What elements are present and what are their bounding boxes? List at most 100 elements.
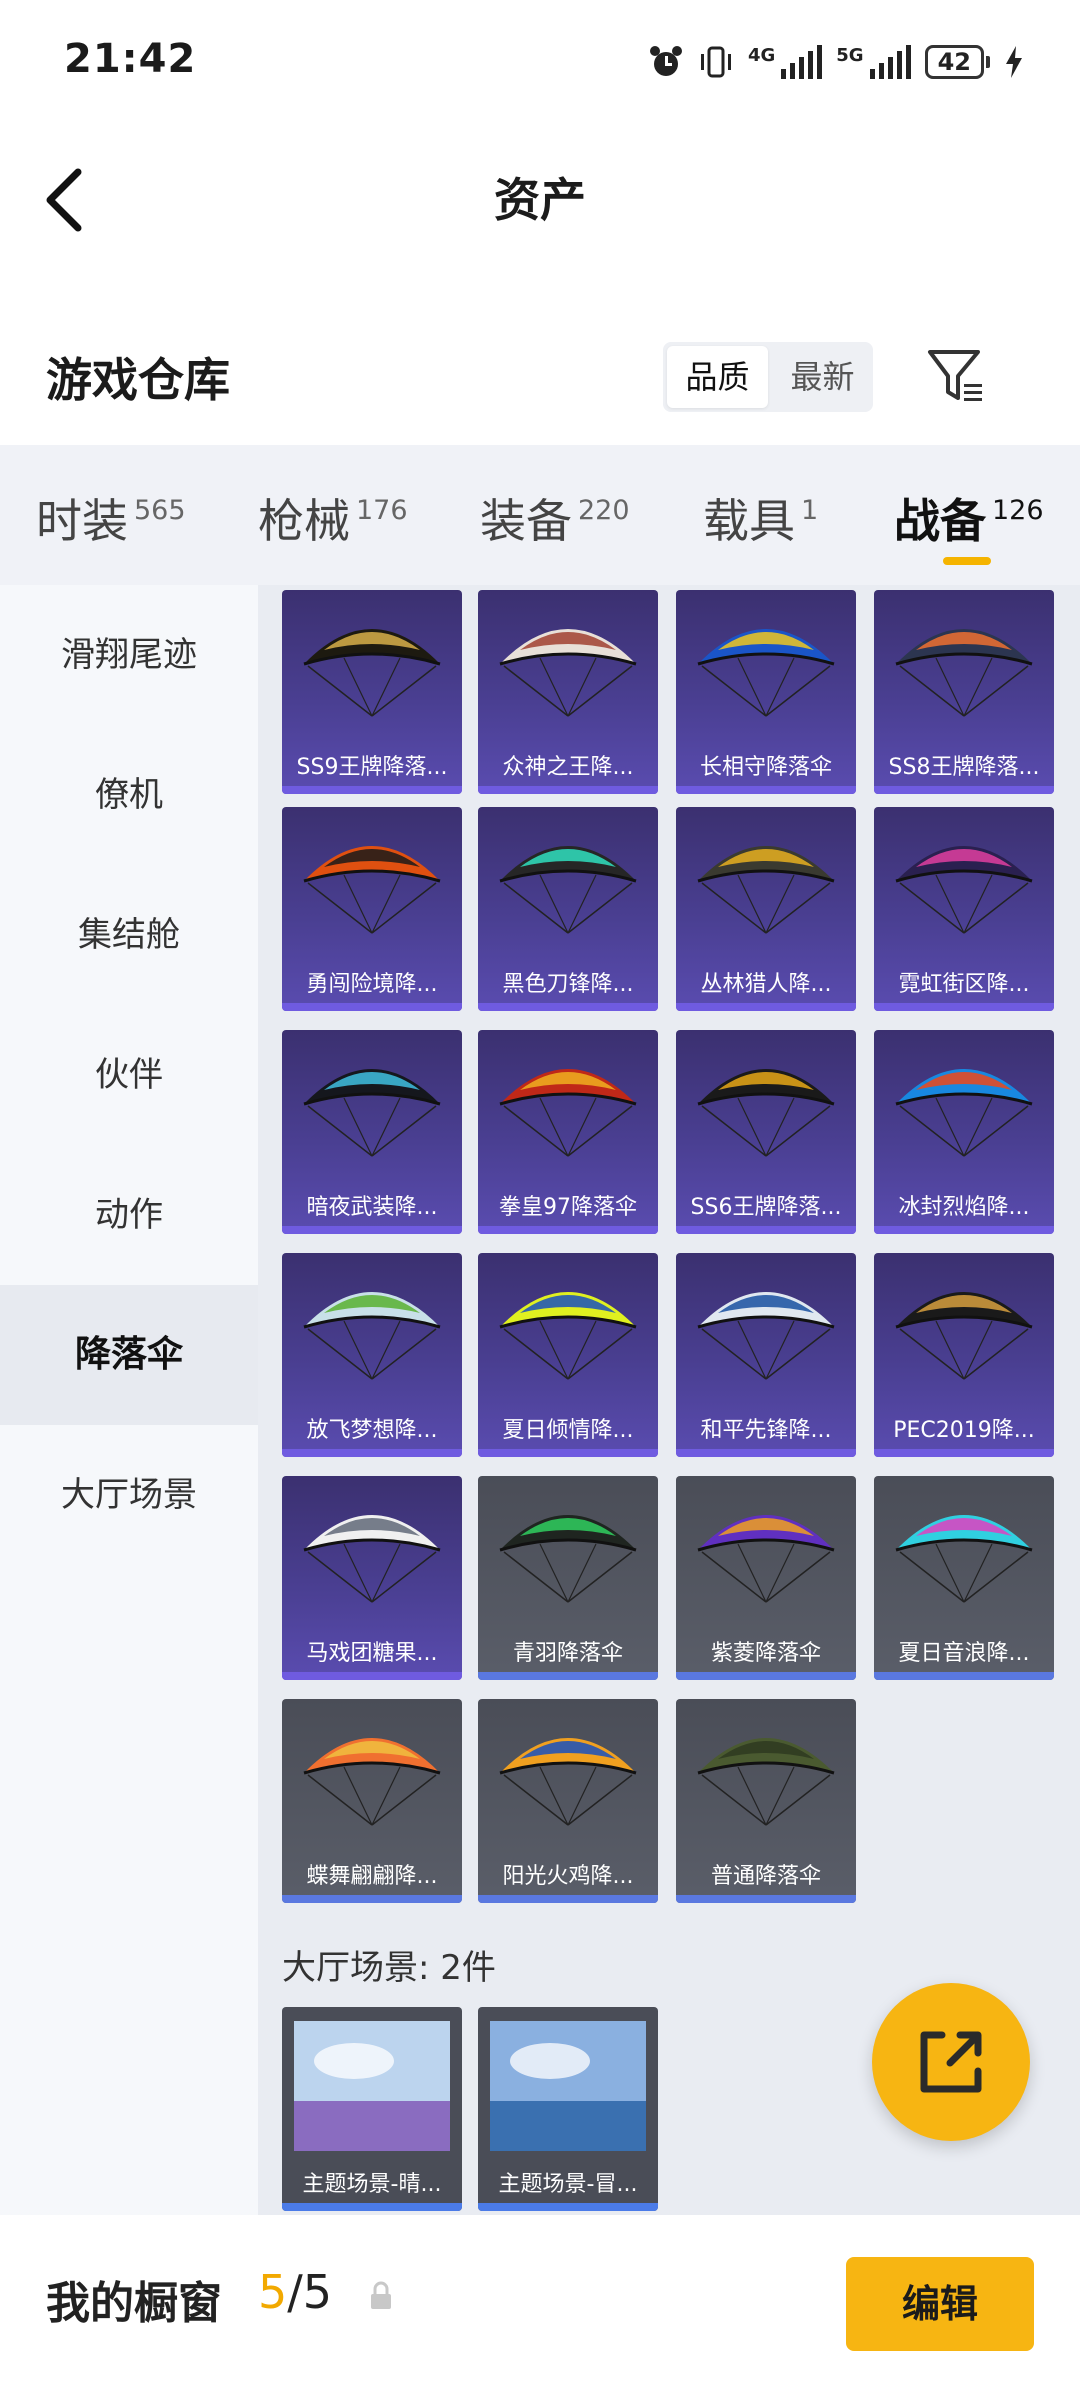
parachute-card[interactable]: SS8王牌降落...	[874, 590, 1054, 794]
parachute-icon	[697, 1292, 835, 1380]
parachute-icon	[697, 1515, 835, 1603]
parachute-name: 霓虹街区降...	[898, 972, 1030, 997]
parachute-card[interactable]: 拳皇97降落伞	[478, 1030, 658, 1234]
sidebar-item-lobby-scene[interactable]: 大厅场景	[0, 1425, 258, 1565]
parachute-card[interactable]: PEC2019降...	[874, 1253, 1054, 1457]
sidebar-item-wingman[interactable]: 僚机	[0, 725, 258, 865]
quality-bar	[874, 786, 1054, 794]
parachute-card[interactable]: 蝶舞翩翩降...	[282, 1699, 462, 1903]
parachute-name: PEC2019降...	[893, 1418, 1035, 1443]
parachute-card[interactable]: SS9王牌降落...	[282, 590, 462, 794]
parachute-card[interactable]: 夏日倾情降...	[478, 1253, 658, 1457]
parachute-card[interactable]: 众神之王降...	[478, 590, 658, 794]
share-export-icon	[920, 2031, 982, 2093]
parachute-icon	[697, 846, 835, 934]
parachute-name: 夏日倾情降...	[502, 1418, 634, 1443]
sidebar-item-companion[interactable]: 伙伴	[0, 1005, 258, 1145]
sidebar-item-glide-trail[interactable]: 滑翔尾迹	[0, 585, 258, 725]
parachute-icon	[697, 629, 835, 717]
parachute-card[interactable]: 冰封烈焰降...	[874, 1030, 1054, 1234]
sidebar-item-parachute[interactable]: 降落伞	[0, 1285, 258, 1425]
alarm-icon	[649, 46, 682, 76]
scene-thumbnail-icon	[490, 2021, 646, 2151]
parachute-icon	[499, 1738, 637, 1826]
filter-icon[interactable]	[926, 346, 986, 406]
parachute-card[interactable]: 青羽降落伞	[478, 1476, 658, 1680]
share-button[interactable]	[872, 1983, 1030, 2141]
parachute-icon	[303, 1738, 441, 1826]
tab-vehicles[interactable]: 载具 1	[703, 485, 818, 551]
tab-equipment[interactable]: 装备 220	[480, 485, 630, 551]
quality-bar	[874, 1672, 1054, 1680]
quality-bar	[282, 2203, 462, 2211]
quality-bar	[676, 1226, 856, 1234]
tab-combat-gear[interactable]: 战备 126	[894, 485, 1044, 551]
showcase-bar: 我的橱窗 5/5 编辑	[0, 2215, 1080, 2382]
quality-bar	[676, 1895, 856, 1903]
parachute-name: 拳皇97降落伞	[499, 1195, 637, 1220]
parachute-icon	[499, 1515, 637, 1603]
parachute-icon	[697, 1738, 835, 1826]
parachute-card[interactable]: 霓虹街区降...	[874, 807, 1054, 1011]
status-time: 21:42	[64, 36, 197, 82]
lobby-scene-name: 主题场景-晴...	[302, 2172, 442, 2197]
parachute-card[interactable]: 放飞梦想降...	[282, 1253, 462, 1457]
sort-newest-button[interactable]: 最新	[772, 342, 873, 412]
parachute-card[interactable]: SS6王牌降落...	[676, 1030, 856, 1234]
parachute-card[interactable]: 夏日音浪降...	[874, 1476, 1054, 1680]
parachute-name: 青羽降落伞	[512, 1641, 623, 1666]
active-tab-indicator	[943, 557, 991, 565]
parachute-name: 紫菱降落伞	[710, 1641, 821, 1666]
lock-icon	[371, 2281, 391, 2309]
parachute-name: SS9王牌降落...	[296, 755, 448, 780]
quality-bar	[676, 786, 856, 794]
parachute-name: 冰封烈焰降...	[898, 1195, 1030, 1220]
lobby-scene-card[interactable]: 主题场景-冒...	[478, 2007, 658, 2211]
tab-fashion[interactable]: 时装 565	[36, 485, 186, 551]
sidebar-item-emote[interactable]: 动作	[0, 1145, 258, 1285]
charging-icon	[1006, 46, 1022, 78]
status-bar: 21:42 4G 5G 42	[0, 0, 1080, 120]
quality-bar	[478, 1449, 658, 1457]
quality-bar	[478, 1672, 658, 1680]
edit-button[interactable]: 编辑	[846, 2257, 1034, 2351]
parachute-name: 丛林猎人降...	[700, 972, 832, 997]
parachute-icon	[895, 629, 1033, 717]
showcase-label: 我的橱窗	[46, 2278, 222, 2329]
sidebar-item-assembly-pod[interactable]: 集结舱	[0, 865, 258, 1005]
parachute-card[interactable]: 丛林猎人降...	[676, 807, 856, 1011]
parachute-card[interactable]: 勇闯险境降...	[282, 807, 462, 1011]
battery-level: 42	[924, 45, 984, 79]
parachute-card[interactable]: 和平先锋降...	[676, 1253, 856, 1457]
parachute-card[interactable]: 紫菱降落伞	[676, 1476, 856, 1680]
parachute-card[interactable]: 阳光火鸡降...	[478, 1699, 658, 1903]
parachute-card[interactable]: 长相守降落伞	[676, 590, 856, 794]
lobby-scene-card[interactable]: 主题场景-晴...	[282, 2007, 462, 2211]
parachute-icon	[303, 1292, 441, 1380]
parachute-card[interactable]: 暗夜武装降...	[282, 1030, 462, 1234]
tab-firearms[interactable]: 枪械 176	[258, 485, 408, 551]
showcase-count: 5/5	[258, 2265, 333, 2319]
parachute-name: SS8王牌降落...	[888, 755, 1040, 780]
parachute-icon	[303, 846, 441, 934]
quality-bar	[478, 1226, 658, 1234]
quality-bar	[676, 1003, 856, 1011]
sort-quality-button[interactable]: 品质	[667, 346, 768, 408]
quality-bar	[282, 1672, 462, 1680]
warehouse-title: 游戏仓库	[46, 353, 230, 407]
signal-4g-icon: 4G	[748, 45, 823, 79]
quality-bar	[282, 1895, 462, 1903]
quality-bar	[282, 1449, 462, 1457]
signal-5g-icon: 5G	[836, 45, 911, 79]
parachute-card[interactable]: 普通降落伞	[676, 1699, 856, 1903]
vibrate-icon	[700, 46, 731, 78]
category-tabs: 时装 565 枪械 176 装备 220 载具 1 战备 126	[0, 445, 1080, 585]
parachute-name: 勇闯险境降...	[306, 972, 438, 997]
page-title: 资产	[494, 173, 586, 227]
parachute-icon	[303, 1069, 441, 1157]
parachute-card[interactable]: 马戏团糖果...	[282, 1476, 462, 1680]
parachute-name: 长相守降落伞	[699, 755, 832, 780]
parachute-card[interactable]: 黑色刀锋降...	[478, 807, 658, 1011]
parachute-name: 蝶舞翩翩降...	[306, 1864, 438, 1889]
parachute-name: 放飞梦想降...	[306, 1418, 438, 1443]
